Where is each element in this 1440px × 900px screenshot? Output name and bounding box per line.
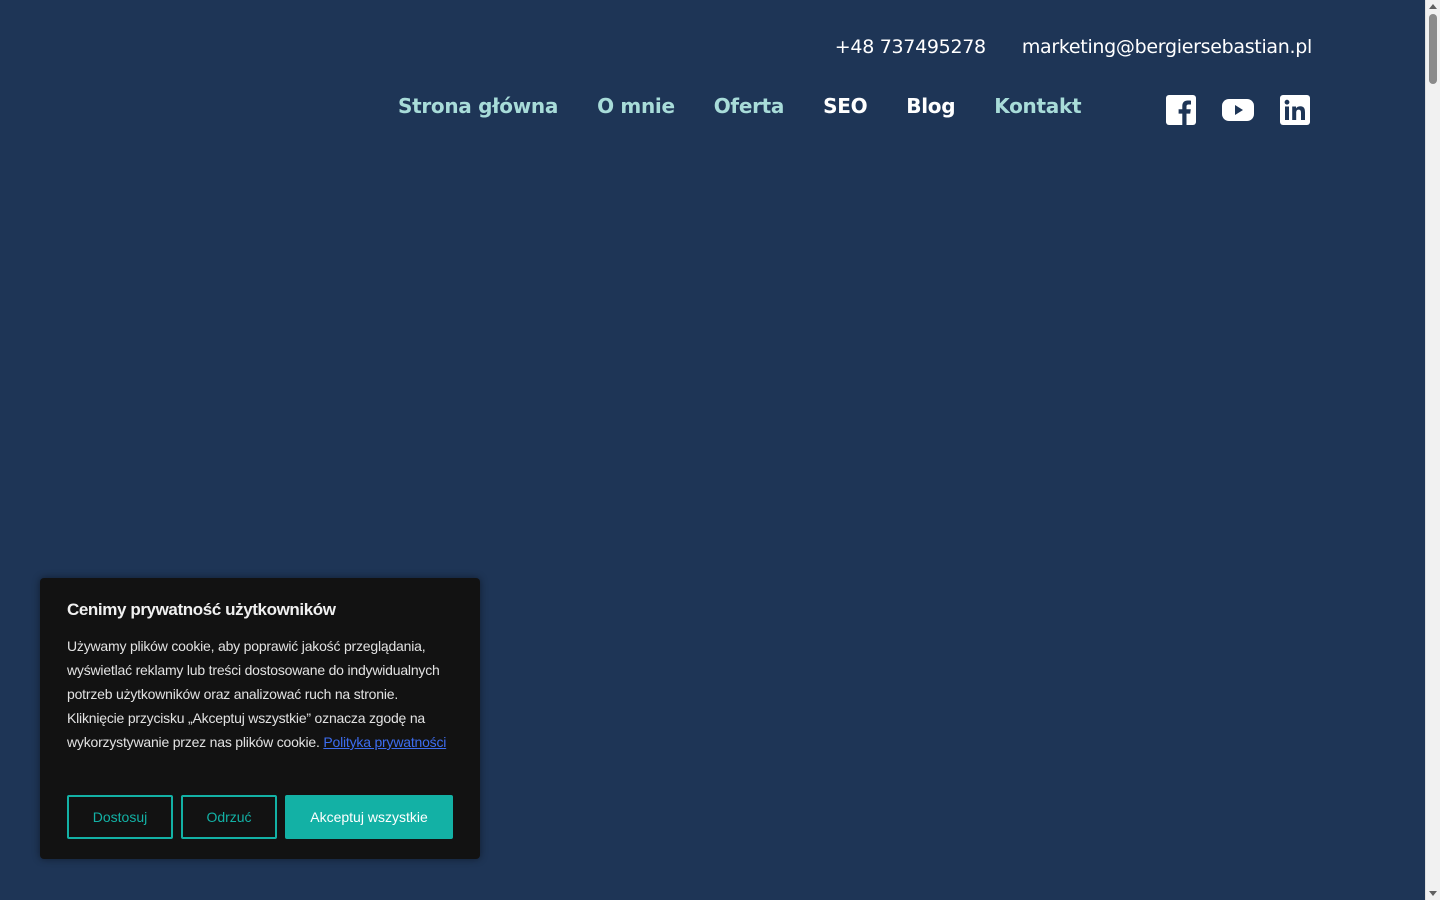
cookie-consent-banner: Cenimy prywatność użytkowników Używamy p…	[40, 578, 480, 859]
customize-button[interactable]: Dostosuj	[67, 795, 173, 839]
nav-item-seo[interactable]: SEO	[823, 94, 867, 118]
nav-item-blog[interactable]: Blog	[906, 94, 955, 118]
scroll-thumb[interactable]	[1429, 14, 1437, 84]
cookie-title: Cenimy prywatność użytkowników	[67, 600, 336, 619]
social-links	[1166, 95, 1310, 125]
nav-item-about[interactable]: O mnie	[597, 94, 675, 118]
main-nav: Strona główna O mnie Oferta SEO Blog Kon…	[398, 94, 1082, 118]
accept-all-button[interactable]: Akceptuj wszystkie	[285, 795, 453, 839]
scrollbar[interactable]	[1425, 0, 1440, 900]
youtube-icon[interactable]	[1222, 95, 1254, 125]
scroll-up-icon[interactable]	[1429, 4, 1437, 9]
nav-item-offer[interactable]: Oferta	[714, 94, 785, 118]
linkedin-icon[interactable]	[1280, 95, 1310, 125]
contact-bar: +48 737495278 marketing@bergiersebastian…	[835, 36, 1313, 58]
nav-item-contact[interactable]: Kontakt	[994, 94, 1081, 118]
facebook-icon[interactable]	[1166, 95, 1196, 125]
page: +48 737495278 marketing@bergiersebastian…	[0, 0, 1425, 900]
nav-item-home[interactable]: Strona główna	[398, 94, 558, 118]
cookie-text: Używamy plików cookie, aby poprawić jako…	[67, 634, 453, 754]
reject-button[interactable]: Odrzuć	[181, 795, 277, 839]
email-link[interactable]: marketing@bergiersebastian.pl	[1022, 36, 1312, 58]
cookie-buttons: Dostosuj Odrzuć Akceptuj wszystkie	[67, 795, 453, 839]
phone-link[interactable]: +48 737495278	[835, 36, 986, 58]
privacy-policy-link[interactable]: Polityka prywatności	[323, 734, 446, 750]
scroll-down-icon[interactable]	[1429, 891, 1437, 896]
